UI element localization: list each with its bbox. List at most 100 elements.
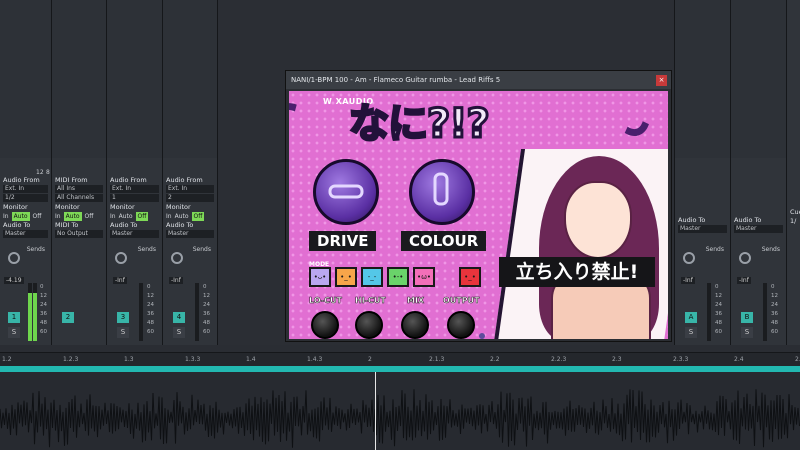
lo-cut-knob[interactable]	[311, 311, 339, 339]
midi-from-select[interactable]: All Ins	[55, 185, 103, 193]
ruler-tick-label: 1.4.3	[307, 356, 323, 363]
return-strip-a: Audio To Master Sends -Inf 0 12 24 36 48 60 A…	[675, 0, 731, 345]
meter-scale: 0 12 24 36 48 60	[203, 284, 210, 335]
plugin-window[interactable]: NANI/1-BPM 100 - Am - Flameco Guitar rum…	[285, 70, 672, 342]
colour-knob-indicator	[433, 172, 449, 206]
audio-from-select[interactable]: Ext. In	[3, 185, 48, 193]
mixer-strip-1: Audio From Ext. In 1/2 Monitor In Auto Off…	[0, 0, 52, 345]
meter-scale: 0 12 24 36 48 60	[147, 284, 154, 335]
colour-knob[interactable]	[409, 159, 475, 225]
send-knob[interactable]	[683, 252, 695, 264]
monitor-toggle[interactable]: In Auto Off	[166, 212, 217, 221]
mode-button-5[interactable]: •ω•	[413, 267, 435, 287]
track-header-number: 12	[36, 169, 44, 176]
ruler-tick-label: 1.3.3	[185, 356, 201, 363]
track-activator[interactable]: 4	[173, 312, 185, 323]
solo-button[interactable]: S	[8, 327, 20, 338]
channel-select[interactable]: 2	[166, 194, 214, 202]
audio-to-select[interactable]: Master	[3, 230, 48, 238]
audio-from-label: Audio From	[110, 176, 147, 184]
audio-to-select[interactable]: Master	[166, 230, 214, 238]
audio-to-label: Audio To	[734, 216, 762, 224]
ruler-tick-label: 2	[368, 356, 372, 363]
drive-knob[interactable]	[313, 159, 379, 225]
monitor-label: Monitor	[166, 203, 191, 211]
channel-select[interactable]: 1/2	[3, 194, 48, 202]
volume-readout[interactable]: -Inf	[737, 277, 751, 284]
master-strip: Cue 1/	[787, 0, 800, 345]
channel-select[interactable]: All Channels	[55, 194, 103, 202]
level-meter	[763, 283, 767, 341]
sends-label: Sends	[705, 246, 724, 253]
mode-button-1[interactable]: •ᴗ•	[309, 267, 331, 287]
send-knob[interactable]	[739, 252, 751, 264]
ruler-tick-label: 1.2.3	[63, 356, 79, 363]
send-knob[interactable]	[115, 252, 127, 264]
cue-label: Cue	[790, 208, 800, 216]
mode-button-4[interactable]: •-•	[387, 267, 409, 287]
audio-to-select[interactable]: Master	[734, 225, 783, 233]
audio-to-label: Audio To	[3, 221, 31, 229]
volume-readout[interactable]: -Inf	[113, 277, 127, 284]
track-activator[interactable]: 1	[8, 312, 20, 323]
send-knob[interactable]	[8, 252, 20, 264]
mixer-strip-3: Audio From Ext. In 1 Monitor In Auto Off A…	[107, 0, 163, 345]
return-strip-b: Audio To Master Sends -Inf 0 12 24 36 48 60 B…	[731, 0, 787, 345]
solo-button[interactable]: S	[117, 327, 129, 338]
mode-button-3[interactable]: -_-	[361, 267, 383, 287]
lo-cut-label: LO-CUT	[309, 296, 342, 306]
audio-to-select[interactable]: Master	[110, 230, 159, 238]
solo-button[interactable]: S	[173, 327, 185, 338]
midi-to-select[interactable]: No Output	[55, 230, 103, 238]
volume-readout[interactable]: -Inf	[169, 277, 183, 284]
volume-readout[interactable]: -Inf	[681, 277, 695, 284]
mode-button-6[interactable]: •_•	[459, 267, 481, 287]
sends-label: Sends	[192, 246, 211, 253]
hi-cut-knob[interactable]	[355, 311, 383, 339]
mode-button-2[interactable]: •_•	[335, 267, 357, 287]
channel-select[interactable]: 1	[110, 194, 159, 202]
track-header-number: 8	[46, 169, 50, 176]
settings-icon[interactable]	[479, 333, 485, 339]
solo-button[interactable]: S	[685, 327, 697, 338]
audio-from-label: Audio From	[3, 176, 40, 184]
cue-output[interactable]: 1/	[790, 217, 800, 226]
sends-label: Sends	[761, 246, 780, 253]
monitor-label: Monitor	[55, 203, 80, 211]
arrangement-ruler[interactable]: 1.2 1.2.3 1.3 1.3.3 1.4 1.4.3 2 2.1.3 2.2 2.2.3 2.…	[0, 352, 800, 366]
plugin-logo: なに?!?	[348, 100, 492, 149]
ruler-tick-label: 2.4	[734, 356, 744, 363]
monitor-label: Monitor	[3, 203, 28, 211]
audio-waveform	[0, 389, 800, 448]
monitor-toggle[interactable]: In Auto Off	[55, 212, 106, 221]
mix-label: MIX	[407, 296, 425, 306]
send-knob[interactable]	[171, 252, 183, 264]
monitor-toggle[interactable]: In Auto Off	[3, 212, 51, 221]
return-activator[interactable]: A	[685, 312, 697, 323]
mix-knob[interactable]	[401, 311, 429, 339]
audio-to-select[interactable]: Master	[678, 225, 727, 233]
track-activator[interactable]: 3	[117, 312, 129, 323]
warning-banner: 立ち入り禁止!	[499, 257, 655, 287]
level-meter	[139, 283, 143, 341]
monitor-toggle[interactable]: In Auto Off	[110, 212, 162, 221]
ruler-tick-label: 2.2.3	[551, 356, 567, 363]
track-activator[interactable]: 2	[62, 312, 74, 323]
midi-from-label: MIDI From	[55, 176, 88, 184]
return-activator[interactable]: B	[741, 312, 753, 323]
volume-readout[interactable]: -4.19	[4, 277, 24, 284]
ruler-tick-label: 2.1.3	[429, 356, 445, 363]
level-meter	[195, 283, 199, 341]
solo-button[interactable]: S	[741, 327, 753, 338]
plugin-titlebar[interactable]: NANI/1-BPM 100 - Am - Flameco Guitar rum…	[286, 71, 671, 89]
output-knob[interactable]	[447, 311, 475, 339]
playhead-marker[interactable]	[375, 372, 376, 450]
audio-to-label: Audio To	[166, 221, 194, 229]
colour-label: COLOUR	[401, 231, 487, 251]
output-label: OUTPUT	[443, 296, 480, 306]
audio-from-select[interactable]: Ext. In	[166, 185, 214, 193]
audio-from-select[interactable]: Ext. In	[110, 185, 159, 193]
close-button[interactable]: ×	[656, 75, 667, 86]
mixer-strip-4: Audio From Ext. In 2 Monitor In Auto Off A…	[163, 0, 218, 345]
meter-scale: 0 12 24 36 48 60	[771, 284, 778, 335]
